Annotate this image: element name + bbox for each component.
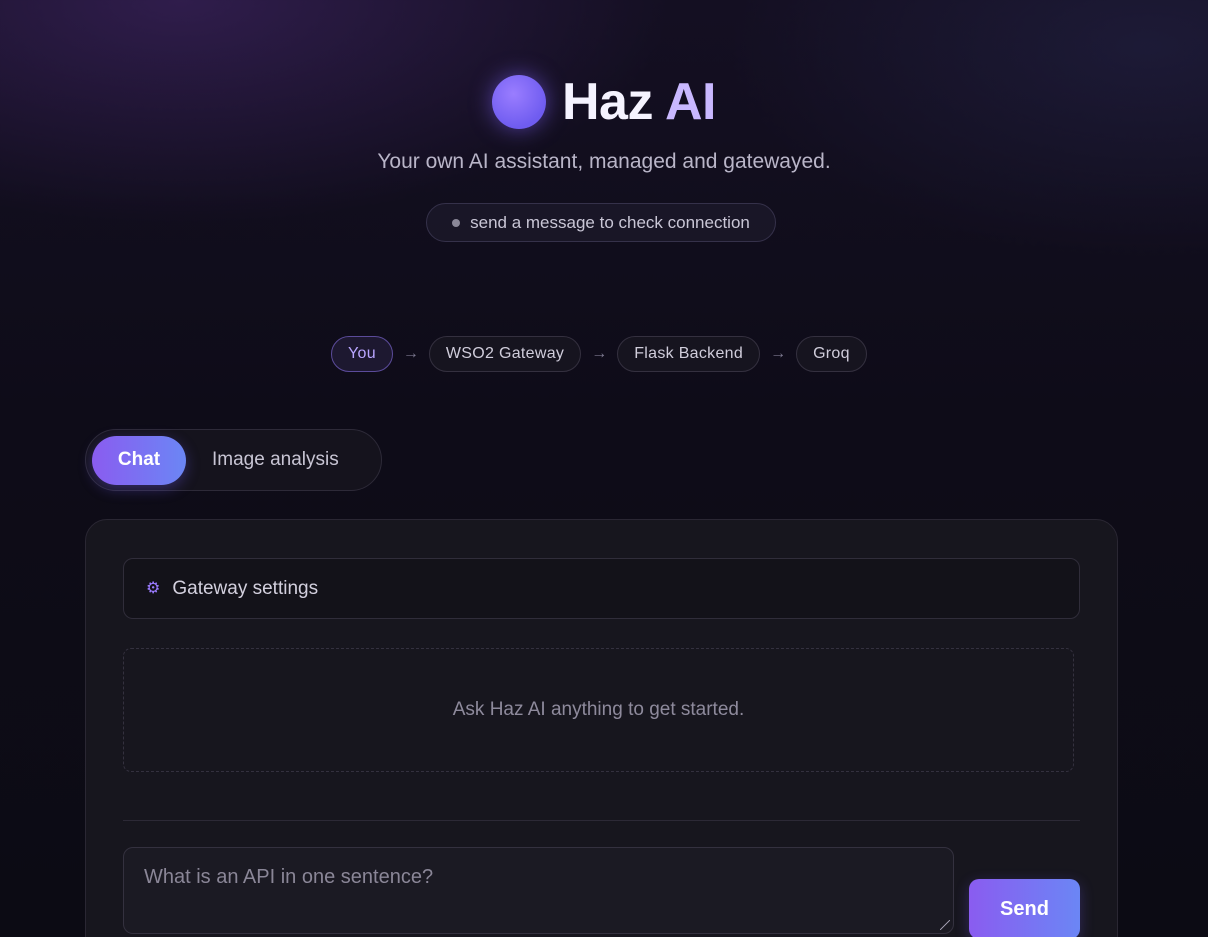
- tagline: Your own AI assistant, managed and gatew…: [377, 150, 831, 173]
- chat-card: ⚙ Gateway settings Ask Haz AI anything t…: [85, 519, 1118, 937]
- app-title: Haz AI: [562, 72, 717, 132]
- flow-arrow-icon: →: [591, 345, 608, 362]
- gateway-settings-label: Gateway settings: [172, 577, 319, 599]
- status-dot-icon: [452, 218, 461, 227]
- message-input-placeholder: What is an API in one sentence?: [144, 866, 434, 888]
- brand-header: Haz AI: [0, 72, 1208, 132]
- connection-status-badge: send a message to check connection: [426, 203, 776, 242]
- empty-state-text: Ask Haz AI anything to get started.: [452, 699, 745, 720]
- flow-node-groq: Groq: [796, 336, 867, 372]
- divider: [123, 820, 1080, 821]
- app-title-main: Haz: [562, 73, 665, 131]
- flow-node-backend: Flask Backend: [617, 336, 761, 372]
- flow-arrow-icon: →: [402, 345, 419, 362]
- app-title-accent: AI: [665, 73, 717, 131]
- gateway-settings-toggle[interactable]: ⚙ Gateway settings: [123, 558, 1080, 619]
- tab-chat[interactable]: Chat: [92, 435, 186, 485]
- tab-image-analysis[interactable]: Image analysis: [186, 436, 365, 485]
- connection-status-text: send a message to check connection: [470, 212, 750, 232]
- logo-orb-icon: [492, 75, 546, 129]
- resize-handle-icon[interactable]: [940, 920, 950, 930]
- send-button[interactable]: Send: [969, 879, 1080, 937]
- flow-arrow-icon: →: [770, 345, 787, 362]
- message-input[interactable]: What is an API in one sentence?: [123, 847, 954, 934]
- chat-empty-state: Ask Haz AI anything to get started.: [123, 648, 1074, 772]
- request-flow-diagram: You → WSO2 Gateway → Flask Backend → Gro…: [331, 336, 867, 372]
- gear-icon: ⚙: [146, 579, 161, 597]
- flow-node-gateway: WSO2 Gateway: [428, 336, 582, 372]
- mode-tabs: Chat Image analysis: [85, 429, 382, 491]
- flow-node-you: You: [331, 336, 393, 372]
